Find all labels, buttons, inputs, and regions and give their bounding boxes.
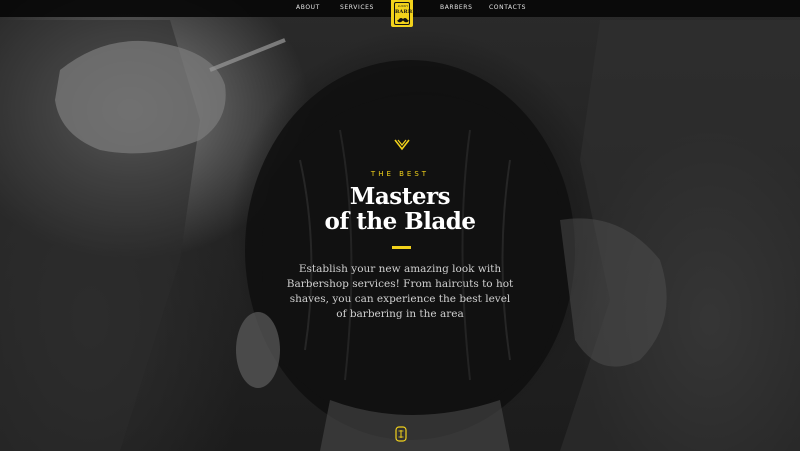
nav-contacts-link[interactable]: CONTACTS — [489, 4, 526, 12]
hero-headline-line1: Masters — [349, 183, 451, 210]
scroll-badge-icon[interactable] — [395, 426, 407, 442]
logo-frame: LUCKY BARBER — [394, 2, 421, 25]
hero-headline-line2: of the Blade — [324, 208, 476, 235]
accent-divider — [392, 246, 411, 249]
hero-eyebrow: THE BEST — [370, 170, 430, 178]
hero-description: Establish your new amazing look with Bar… — [286, 263, 514, 320]
site-logo[interactable]: LUCKY BARBER — [391, 0, 421, 27]
nav-barbers-link[interactable]: BARBERS — [440, 4, 472, 12]
logo-word: BARBER — [395, 9, 421, 15]
nav-about-link[interactable]: ABOUT — [296, 4, 320, 12]
chevron-down-icon — [394, 139, 410, 151]
logo-top-text: LUCKY — [397, 4, 409, 8]
mustache-icon — [397, 18, 409, 23]
hero-headline: Masters of the Blade — [240, 184, 560, 234]
nav-services-link[interactable]: SERVICES — [340, 4, 374, 12]
